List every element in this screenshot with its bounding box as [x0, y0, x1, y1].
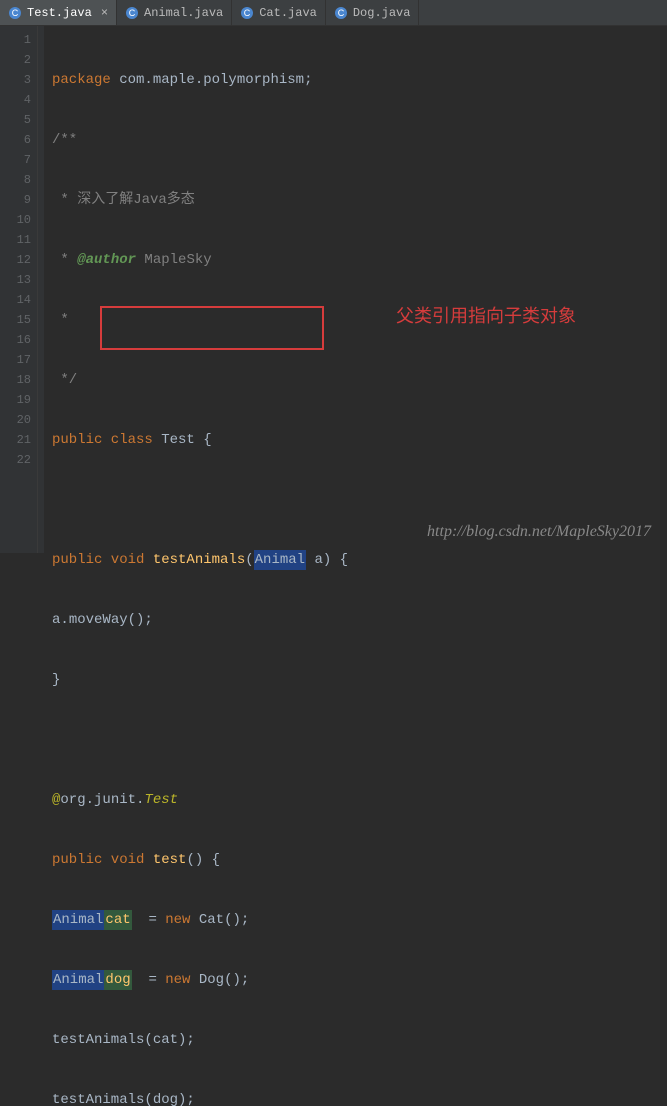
- tab-cat-java[interactable]: C Cat.java: [232, 0, 326, 25]
- java-file-icon: C: [240, 6, 254, 20]
- code-editor[interactable]: 123 456 789 101112 131415 161718 192021 …: [0, 26, 667, 553]
- line-gutter: 123 456 789 101112 131415 161718 192021 …: [0, 26, 38, 553]
- svg-text:C: C: [12, 8, 19, 18]
- tab-dog-java[interactable]: C Dog.java: [326, 0, 420, 25]
- close-icon[interactable]: ×: [101, 6, 108, 20]
- tab-test-java[interactable]: C Test.java ×: [0, 0, 117, 25]
- code-area[interactable]: package com.maple.polymorphism; /** * 深入…: [44, 26, 667, 553]
- annotation-text: 父类引用指向子类对象: [396, 306, 576, 326]
- watermark: http://blog.csdn.net/MapleSky2017: [427, 523, 651, 541]
- svg-text:C: C: [244, 8, 251, 18]
- tab-label: Cat.java: [259, 6, 317, 20]
- tab-animal-java[interactable]: C Animal.java: [117, 0, 232, 25]
- tab-bar: C Test.java × C Animal.java C Cat.java C…: [0, 0, 667, 26]
- java-file-icon: C: [8, 6, 22, 20]
- svg-text:C: C: [338, 8, 345, 18]
- java-file-icon: C: [125, 6, 139, 20]
- tab-label: Test.java: [27, 6, 92, 20]
- tab-label: Animal.java: [144, 6, 223, 20]
- tab-label: Dog.java: [353, 6, 411, 20]
- svg-text:C: C: [129, 8, 136, 18]
- java-file-icon: C: [334, 6, 348, 20]
